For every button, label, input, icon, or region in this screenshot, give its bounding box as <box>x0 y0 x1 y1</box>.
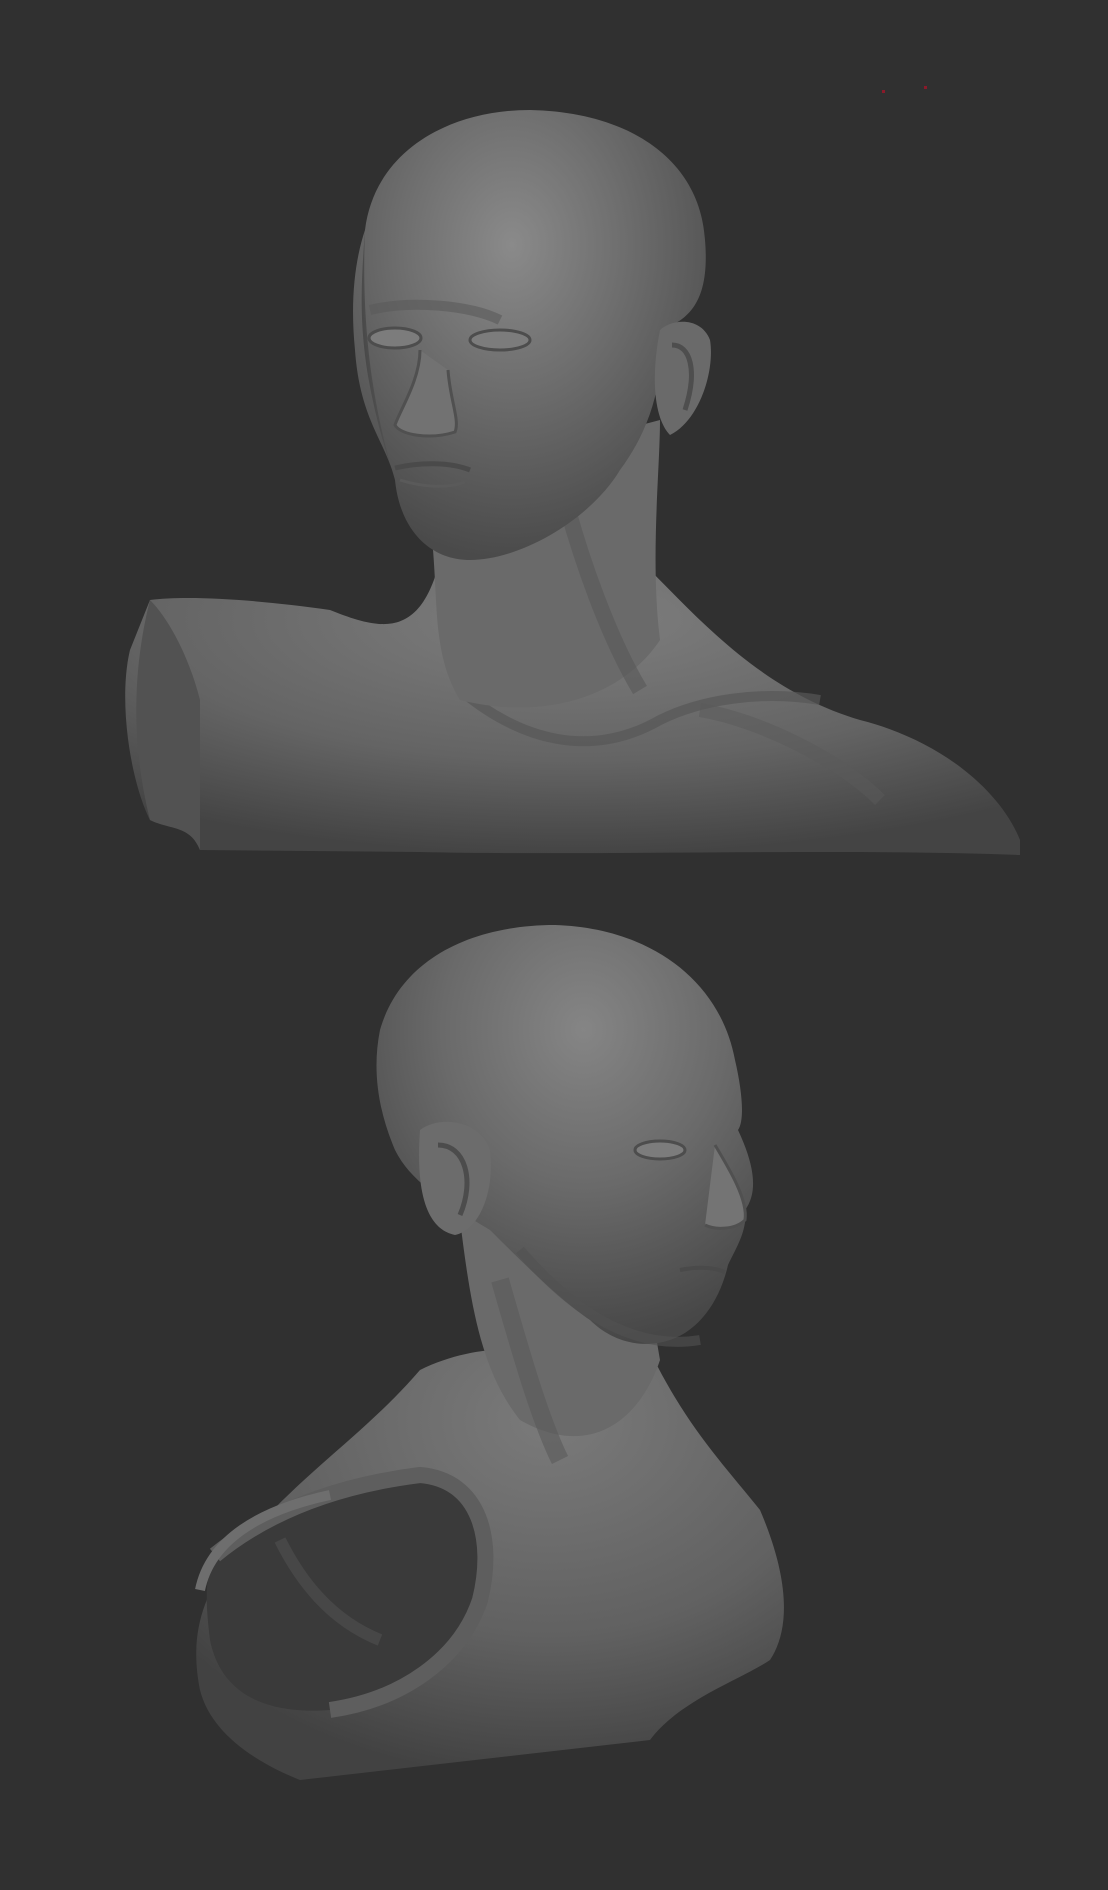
eye-left <box>367 326 423 350</box>
bust-render-front-view <box>0 0 1108 900</box>
ear-shape <box>654 321 711 435</box>
eye-right <box>633 1139 687 1161</box>
bust-render-profile-view <box>0 900 1108 1890</box>
viewport-canvas[interactable] <box>0 0 1108 1890</box>
eye-right <box>468 328 532 352</box>
viewport-marker <box>882 86 927 93</box>
